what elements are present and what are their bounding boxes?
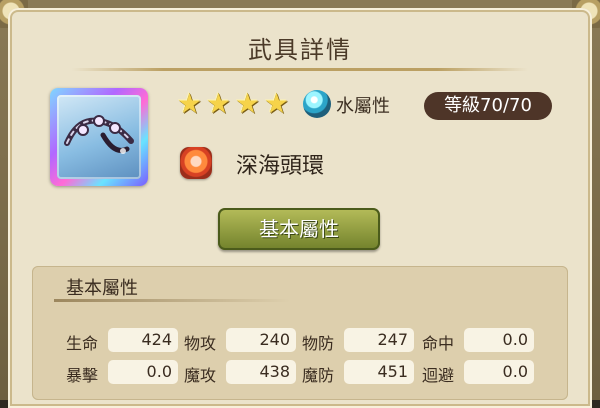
stat-label: 暴擊: [66, 366, 99, 385]
stat-label: 物攻: [184, 334, 217, 353]
stat-value: 438: [226, 360, 296, 384]
stats-row: 暴擊 0.0 魔攻 438 魔防 451 迴避 0.0: [66, 358, 536, 386]
star-icon: ★: [263, 87, 290, 120]
stat-label: 命中: [422, 334, 455, 353]
circlet-icon: [64, 115, 134, 154]
stat-label: 迴避: [422, 366, 455, 385]
fire-swirl-icon[interactable]: [180, 147, 212, 179]
stat-label: 魔攻: [184, 366, 217, 385]
stat-value: 0.0: [464, 328, 534, 352]
page-title: 武具詳情: [248, 36, 352, 64]
stat-value: 240: [226, 328, 296, 352]
stat-label: 物防: [302, 334, 335, 353]
element-label: 水屬性: [336, 96, 390, 117]
stat-value: 0.0: [108, 360, 178, 384]
star-icon: ★: [205, 87, 232, 120]
weapon-image: [57, 95, 141, 179]
stat-value: 424: [108, 328, 178, 352]
basic-attributes-button[interactable]: 基本屬性: [218, 208, 380, 250]
stat-value: 0.0: [464, 360, 534, 384]
star-icon: ★: [176, 87, 203, 120]
weapon-name: 深海頭環: [236, 154, 325, 179]
stat-value: 247: [344, 328, 414, 352]
title-divider: [72, 68, 528, 71]
stats-divider: [54, 299, 290, 302]
stat-value: 451: [344, 360, 414, 384]
weapon-portrait[interactable]: [50, 88, 148, 186]
water-element-icon: [303, 90, 331, 118]
stat-label: 生命: [66, 334, 99, 353]
rarity-stars: ★ ★ ★ ★: [176, 87, 290, 120]
level-badge: 等級70/70: [424, 92, 552, 120]
stats-row: 生命 424 物攻 240 物防 247 命中 0.0: [66, 326, 536, 354]
star-icon: ★: [234, 87, 261, 120]
basic-attributes-header: 基本屬性: [66, 278, 138, 299]
stat-label: 魔防: [302, 366, 335, 385]
